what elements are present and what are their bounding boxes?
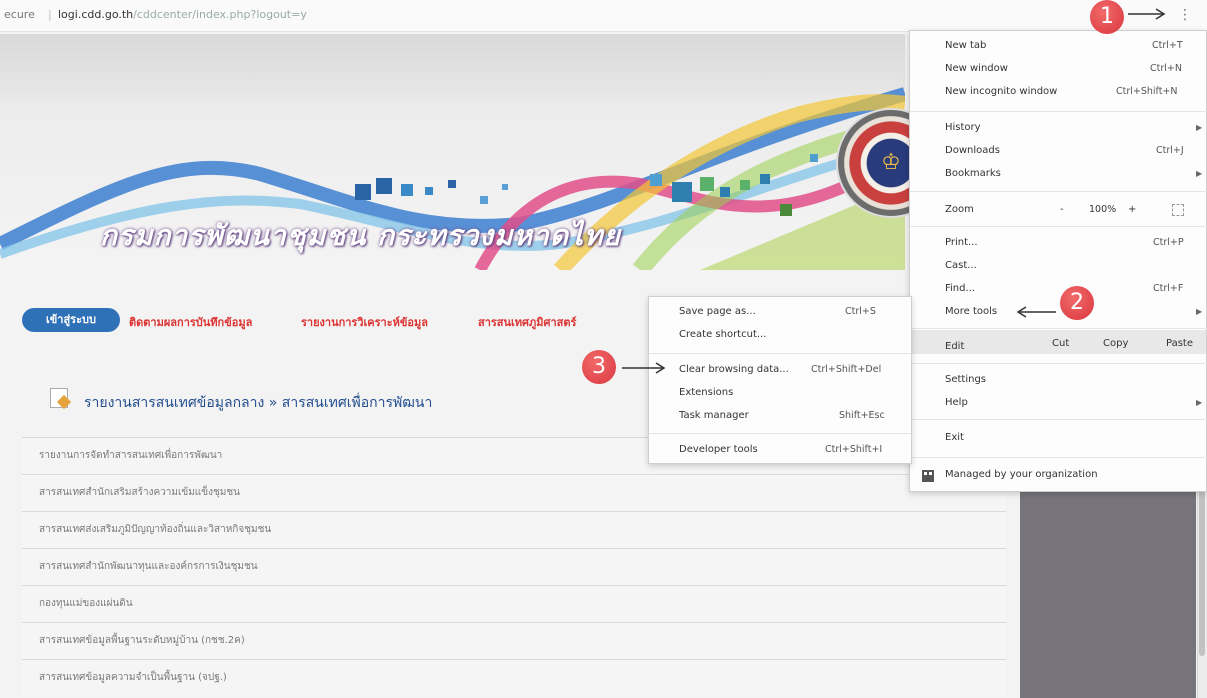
menu-new-tab[interactable]: New tab [945, 36, 986, 56]
report-list: รายงานการจัดทำสารสนเทศเพื่อการพัฒนา สารส… [22, 437, 1006, 696]
url-host: logi.cdd.go.th [58, 8, 134, 21]
list-item[interactable]: สารสนเทศสำนักพัฒนาทุนและองค์กรการเงินชุม… [22, 548, 1006, 585]
menu-divider [910, 111, 1207, 112]
menu-divider [649, 433, 911, 434]
shortcut-clear-data: Ctrl+Shift+Del [811, 364, 882, 375]
menu-divider [910, 191, 1207, 192]
chevron-right-icon: ▶ [1196, 169, 1203, 178]
shortcut-task-manager: Shift+Esc [839, 410, 885, 421]
menu-clear-browsing-data[interactable]: Clear browsing data... [679, 360, 789, 380]
browser-window: ecure | logi.cdd.go.th/cddcenter/index.p… [0, 0, 1207, 698]
shortcut-dev-tools: Ctrl+Shift+I [825, 444, 883, 455]
list-item[interactable]: สารสนเทศสำนักเสริมสร้างความเข้มแข็งชุมชน [22, 474, 1006, 511]
list-item[interactable]: กองทุนแม่ของแผ่นดิน [22, 585, 1006, 622]
menu-history[interactable]: History [945, 118, 981, 138]
nav-link-track-records[interactable]: ติดตามผลการบันทึกข้อมูล [129, 313, 252, 331]
menu-settings[interactable]: Settings [945, 370, 986, 390]
menu-bookmarks[interactable]: Bookmarks [945, 164, 1001, 184]
address-bar[interactable]: ecure | logi.cdd.go.th/cddcenter/index.p… [0, 0, 1207, 32]
menu-downloads[interactable]: Downloads [945, 141, 1000, 161]
chevron-right-icon: ▶ [1196, 123, 1203, 132]
callout-badge-1: 1 [1090, 0, 1124, 34]
shortcut-downloads: Ctrl+J [1156, 145, 1184, 156]
menu-task-manager[interactable]: Task manager [679, 406, 749, 426]
managed-by-org[interactable]: Managed by your organization [945, 465, 1098, 485]
menu-new-window[interactable]: New window [945, 59, 1008, 79]
menu-edit: Edit [945, 341, 965, 352]
url-path: /cddcenter/index.php?logout=y [133, 8, 307, 21]
menu-extensions[interactable]: Extensions [679, 383, 733, 403]
menu-find[interactable]: Find... [945, 279, 975, 299]
nav-link-analysis-report[interactable]: รายงานการวิเคราะห์ข้อมูล [301, 313, 428, 331]
browser-main-menu: New tab Ctrl+T New window Ctrl+N New inc… [909, 30, 1207, 492]
menu-divider [910, 226, 1207, 227]
shortcut-print: Ctrl+P [1153, 237, 1184, 248]
report-icon [50, 388, 68, 408]
site-banner: กรมการพัฒนาชุมชน กระทรวงมหาดไทย [0, 34, 905, 270]
chevron-right-icon: ▶ [1196, 307, 1203, 316]
login-button[interactable]: เข้าสู่ระบบ [22, 308, 120, 332]
chevron-right-icon: ▶ [1196, 398, 1203, 407]
fullscreen-icon[interactable] [1172, 204, 1184, 216]
shortcut-save-page: Ctrl+S [845, 306, 876, 317]
menu-help[interactable]: Help [945, 393, 968, 413]
menu-save-page[interactable]: Save page as... [679, 302, 756, 322]
callout-badge-2: 2 [1060, 286, 1094, 320]
cut-button[interactable]: Cut [1052, 334, 1069, 354]
menu-divider [910, 363, 1207, 364]
zoom-level: 100% [1089, 204, 1117, 215]
copy-button[interactable]: Copy [1103, 334, 1128, 354]
section-title: รายงานสารสนเทศข้อมูลกลาง » สารสนเทศเพื่อ… [84, 395, 433, 411]
zoom-out-button[interactable]: - [1060, 200, 1070, 220]
list-item[interactable]: สารสนเทศข้อมูลพื้นฐานระดับหมู่บ้าน (กชช.… [22, 622, 1006, 659]
callout-arrow-1 [1128, 8, 1166, 20]
menu-more-tools[interactable]: More tools [945, 302, 997, 322]
building-icon [922, 470, 934, 482]
menu-create-shortcut[interactable]: Create shortcut... [679, 325, 766, 345]
menu-exit[interactable]: Exit [945, 428, 964, 448]
side-panel [1020, 490, 1196, 698]
zoom-in-button[interactable]: + [1128, 200, 1138, 220]
secure-label: ecure [4, 8, 35, 21]
url-separator: | [48, 8, 52, 21]
kebab-menu-icon[interactable]: ⋮ [1177, 6, 1193, 24]
menu-print[interactable]: Print... [945, 233, 978, 253]
banner-title: กรมการพัฒนาชุมชน กระทรวงมหาดไทย [100, 219, 621, 252]
list-item[interactable]: สารสนเทศส่งเสริมภูมิปัญญาท้องถิ่นและวิสา… [22, 511, 1006, 548]
menu-new-incognito[interactable]: New incognito window [945, 82, 1057, 102]
menu-divider [910, 457, 1207, 458]
shortcut-new-tab: Ctrl+T [1152, 40, 1183, 51]
menu-divider [910, 419, 1207, 420]
menu-developer-tools[interactable]: Developer tools [679, 440, 758, 460]
nav-link-gis[interactable]: สารสนเทศภูมิศาสตร์ [478, 313, 576, 331]
menu-cast[interactable]: Cast... [945, 256, 977, 276]
shortcut-new-window: Ctrl+N [1150, 63, 1182, 74]
callout-badge-3: 3 [582, 350, 616, 384]
menu-divider [910, 328, 1207, 329]
menu-zoom: Zoom [945, 204, 974, 215]
menu-divider [649, 353, 911, 354]
callout-arrow-2 [1016, 306, 1056, 318]
paste-button[interactable]: Paste [1166, 334, 1193, 354]
shortcut-find: Ctrl+F [1153, 283, 1184, 294]
callout-arrow-3 [622, 362, 666, 374]
shortcut-incognito: Ctrl+Shift+N [1116, 86, 1178, 97]
more-tools-submenu: Save page as... Ctrl+S Create shortcut..… [648, 296, 912, 464]
url-text[interactable]: logi.cdd.go.th/cddcenter/index.php?logou… [58, 8, 307, 21]
list-item[interactable]: สารสนเทศข้อมูลความจำเป็นพื้นฐาน (จปฐ.) [22, 659, 1006, 696]
